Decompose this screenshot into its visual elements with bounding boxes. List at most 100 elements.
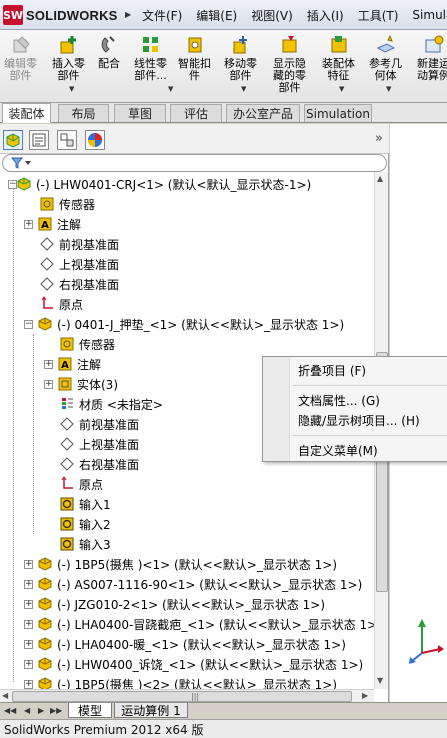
last-tab-icon[interactable]: ▶▶ (50, 706, 62, 715)
document-properties-menu-item[interactable]: 文档属性... (G) (298, 392, 380, 409)
assembly-features-button[interactable]: 装配体 特征 (322, 34, 355, 82)
move-component-label: 移动零 部件 (224, 57, 257, 82)
expand-icon[interactable]: + (24, 619, 33, 629)
imported-feature-icon (60, 497, 74, 511)
tree-horizontal-scrollbar[interactable]: ◀ ||| ▶ (0, 689, 374, 702)
tree-item-import3[interactable]: 输入3 (59, 534, 111, 554)
tree-item-sub-right-plane[interactable]: 右视基准面 (59, 454, 139, 474)
configuration-manager-icon (60, 133, 74, 147)
edit-component-button[interactable]: 编辑零 部件 (4, 34, 37, 82)
mate-button[interactable]: 配合 (98, 34, 120, 70)
expand-icon[interactable]: + (24, 599, 33, 609)
tree-item-sub-sensors[interactable]: 传感器 (59, 334, 115, 354)
tab-sketch[interactable]: 草图 (114, 104, 166, 122)
tree-root-row[interactable]: − (-) LHW0401-CRJ<1> (默认<默认_显示状态-1>) (4, 174, 311, 194)
tab-evaluate[interactable]: 评估 (170, 104, 222, 122)
configuration-manager-tab[interactable] (57, 130, 77, 150)
tree-item-sub-material[interactable]: 材质 <未指定> (59, 394, 163, 414)
assembly-features-dropdown-icon[interactable]: ▼ (339, 85, 344, 93)
expand-icon[interactable]: + (44, 359, 53, 369)
tree-item-import2[interactable]: 输入2 (59, 514, 111, 534)
hide-show-tree-items-menu-item[interactable]: 隐藏/显示树项目... (H) (298, 412, 420, 429)
linear-pattern-dropdown-icon[interactable]: ▼ (168, 85, 173, 93)
tree-item-part[interactable]: + (-) JZG010-2<1> (默认<<默认>_显示状态 1>) (24, 594, 325, 614)
property-manager-tab[interactable] (29, 130, 49, 150)
tree-item-annotations[interactable]: + A 注解 (24, 214, 81, 234)
tree-item-label: 前视基准面 (59, 237, 120, 252)
first-tab-icon[interactable]: ◀◀ (4, 706, 16, 715)
tree-item-part[interactable]: + (-) AS007-1116-90<1> (默认<<默认>_显示状态 1>) (24, 574, 362, 594)
tree-item-sub-annotations[interactable]: + A 注解 (44, 354, 101, 374)
tree-item-sub-origin[interactable]: 原点 (59, 474, 103, 494)
display-manager-tab[interactable] (85, 130, 105, 150)
expand-icon[interactable]: + (24, 679, 33, 689)
reference-geometry-dropdown-icon[interactable]: ▼ (386, 85, 391, 93)
expand-icon[interactable]: + (24, 579, 33, 589)
solidworks-logo[interactable]: SW SOLIDWORKS (3, 5, 118, 25)
tree-item-sensors[interactable]: 传感器 (39, 194, 95, 214)
tree-item-sub-top-plane[interactable]: 上视基准面 (59, 434, 139, 454)
svg-text:A: A (61, 360, 69, 371)
tree-item-part[interactable]: + (-) 1BP5(摄焦 )<1> (默认<<默认>_显示状态 1>) (24, 554, 337, 574)
tree-filter-bar[interactable] (2, 154, 387, 172)
collapse-icon[interactable]: − (24, 319, 33, 329)
tree-item-label: 输入1 (79, 497, 111, 512)
menu-file[interactable]: 文件(F) (135, 7, 189, 24)
scroll-up-icon[interactable]: ▲ (377, 174, 383, 183)
move-component-dropdown-icon[interactable]: ▼ (241, 85, 246, 93)
expand-icon[interactable]: + (24, 659, 33, 669)
panel-expand-icon[interactable]: » (375, 131, 383, 146)
tab-model[interactable]: 模型 (68, 703, 112, 718)
tree-item-part[interactable]: + (-) 1BP5(摄焦 )<2> (默认<<默认>_显示状态 1>) (24, 674, 337, 689)
tree-item-label: (-) JZG010-2<1> (默认<<默认>_显示状态 1>) (57, 597, 326, 612)
tree-item-subassembly[interactable]: − (-) 0401-J_押垫_<1> (默认<<默认>_显示状态 1>) (24, 314, 344, 334)
tree-item-part[interactable]: + (-) LHA0400-冒跷截疤_<1> (默认<<默认>_显示状态 1>) (24, 614, 374, 634)
tree-item-front-plane[interactable]: 前视基准面 (39, 234, 119, 254)
show-hidden-components-button[interactable]: 显示隐 藏的零 部件 (273, 34, 306, 94)
logo-dropdown-icon[interactable]: ▶ (125, 10, 131, 19)
new-motion-study-button[interactable]: 新建运 动算例 (417, 34, 447, 82)
tree-item-part[interactable]: + (-) LHW0400_诉饶_<1> (默认<<默认>_显示状态 1>) (24, 654, 363, 674)
expand-icon[interactable]: + (24, 639, 33, 649)
expand-icon[interactable]: + (44, 379, 53, 389)
tree-item-origin[interactable]: 原点 (39, 294, 83, 314)
menu-insert[interactable]: 插入(I) (300, 7, 351, 24)
tab-layout[interactable]: 布局 (58, 104, 109, 122)
tree-item-part[interactable]: + (-) LHA0400-暖_<1> (默认<<默认>_显示状态 1>) (24, 634, 346, 654)
tree-item-label: 原点 (79, 477, 104, 492)
menu-tools[interactable]: 工具(T) (351, 7, 406, 24)
next-tab-icon[interactable]: ▶ (38, 706, 44, 715)
menu-edit[interactable]: 编辑(E) (189, 7, 244, 24)
scroll-right-icon[interactable]: ▶ (362, 691, 368, 700)
reference-geometry-button[interactable]: 参考几 何体 (369, 34, 402, 82)
tab-assembly[interactable]: 装配体 (2, 103, 51, 123)
tree-line (33, 334, 34, 534)
expand-icon[interactable]: + (24, 559, 33, 569)
linear-pattern-button[interactable]: 线性零 部件... (134, 34, 167, 82)
feature-manager-tab[interactable] (3, 130, 23, 150)
scroll-left-icon[interactable]: ◀ (2, 691, 8, 700)
smart-fasteners-button[interactable]: 智能扣 件 (178, 34, 211, 82)
menu-separator (293, 385, 447, 386)
tree-item-import1[interactable]: 输入1 (59, 494, 111, 514)
edit-component-label: 编辑零 部件 (4, 57, 37, 82)
tree-item-sub-solids[interactable]: + 实体(3) (44, 374, 118, 394)
menu-view[interactable]: 视图(V) (244, 7, 300, 24)
move-component-button[interactable]: 移动零 部件 (224, 34, 257, 82)
tree-item-sub-front-plane[interactable]: 前视基准面 (59, 414, 139, 434)
insert-component-button[interactable]: 插入零 部件 (52, 34, 85, 82)
collapse-items-menu-item[interactable]: 折叠项目 (F) (298, 362, 366, 379)
prev-tab-icon[interactable]: ◀ (24, 706, 30, 715)
collapse-icon[interactable]: − (8, 179, 17, 189)
tab-office-products[interactable]: 办公室产品 (226, 104, 300, 122)
tab-motion-study-1[interactable]: 运动算例 1 (114, 703, 188, 718)
insert-component-dropdown-icon[interactable]: ▼ (69, 85, 74, 93)
scroll-down-icon[interactable]: ▼ (377, 676, 383, 685)
horizontal-scroll-thumb[interactable]: ||| (12, 691, 352, 702)
tree-item-right-plane[interactable]: 右视基准面 (39, 274, 119, 294)
menu-simulation[interactable]: Simulatio (405, 8, 447, 22)
customize-menu-item[interactable]: 自定义菜单(M) (298, 442, 378, 459)
tree-item-top-plane[interactable]: 上视基准面 (39, 254, 119, 274)
expand-icon[interactable]: + (24, 219, 33, 229)
tab-simulation[interactable]: Simulation (304, 104, 372, 122)
